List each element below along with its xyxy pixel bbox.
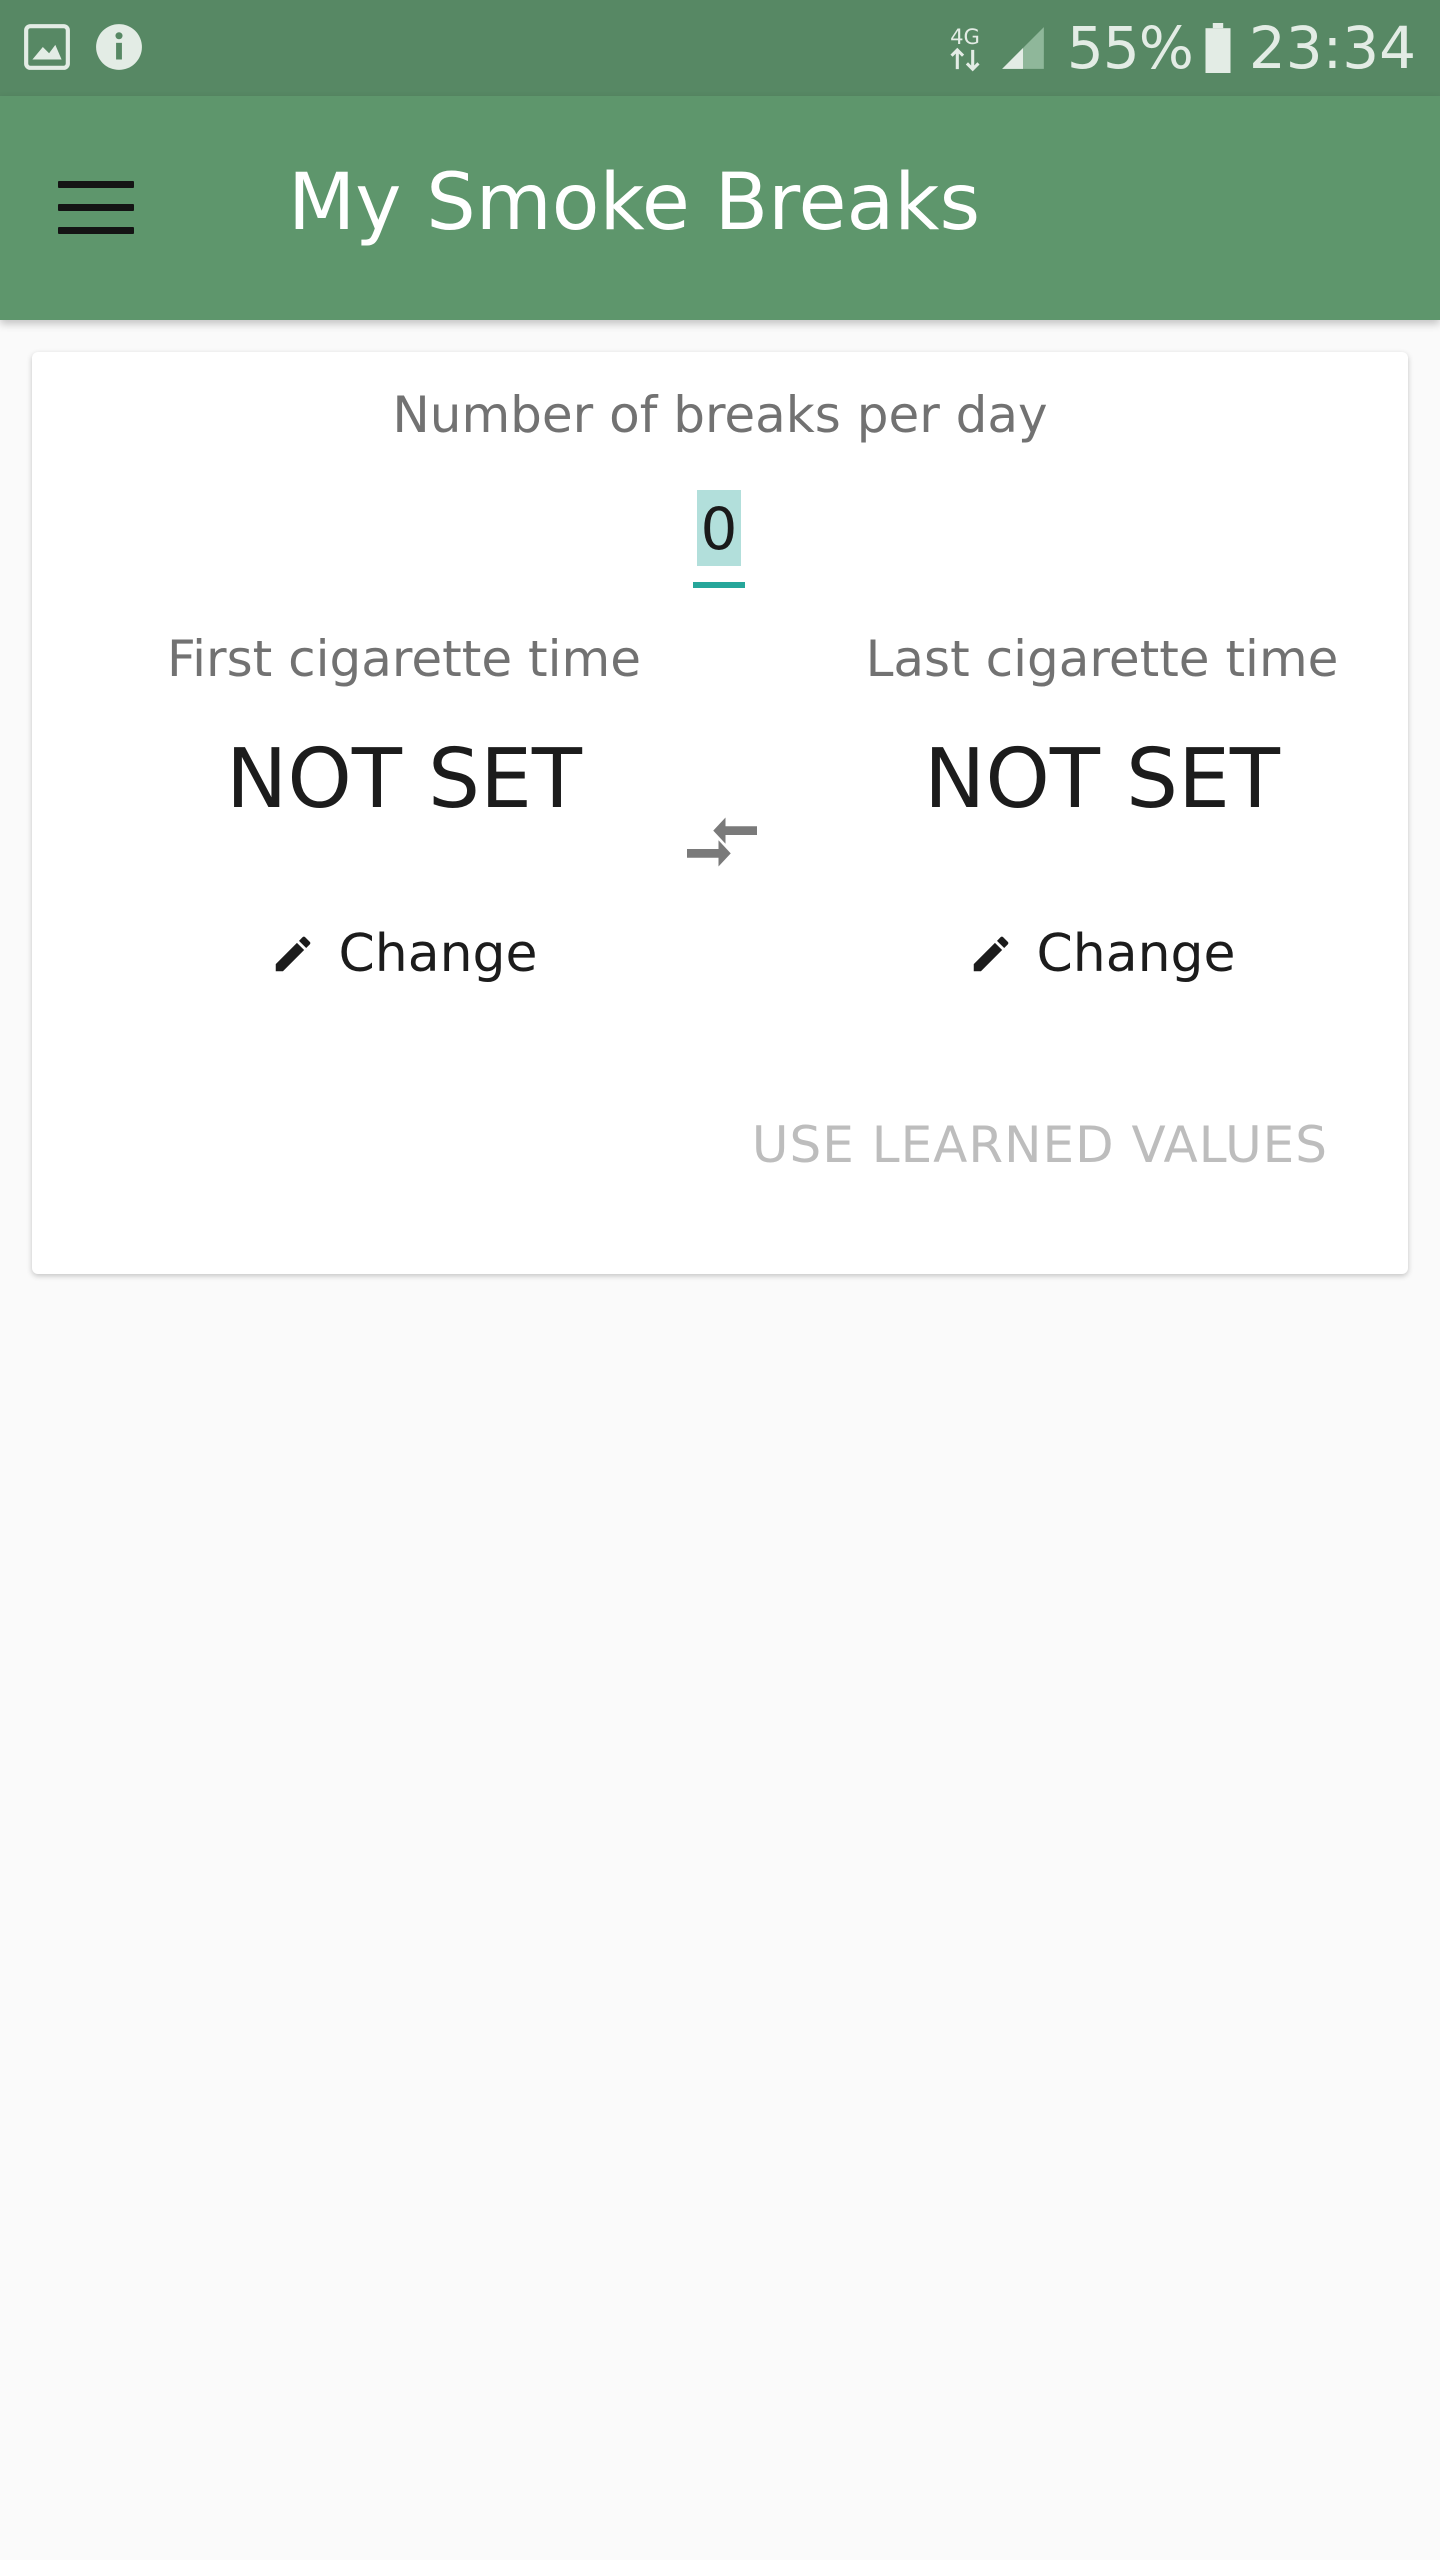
status-bar-notifications (22, 22, 166, 72)
change-first-time-label: Change (338, 924, 538, 984)
network-4g-icon: 4G (950, 24, 980, 72)
status-bar-system: 4G 55% 23:34 (945, 0, 1416, 96)
battery-percentage: 55% (1066, 14, 1194, 82)
change-last-time-label: Change (1036, 924, 1236, 984)
app-title: My Smoke Breaks (288, 158, 981, 248)
last-cigarette-label: Last cigarette time (865, 630, 1339, 688)
edit-icon (974, 936, 1009, 972)
change-first-time-button[interactable]: Change (54, 914, 754, 994)
svg-text:4G: 4G (950, 24, 980, 49)
change-last-time-button[interactable]: Change (752, 914, 1440, 994)
last-cigarette-value: NOT SET (924, 732, 1280, 827)
clock: 23:34 (1248, 14, 1416, 82)
battery-icon (1205, 23, 1231, 73)
breaks-per-day-input[interactable]: 0 (693, 490, 745, 600)
breaks-per-day-value[interactable]: 0 (696, 490, 742, 566)
settings-card: Number of breaks per day 0 First cigaret… (32, 352, 1408, 1274)
info-icon (96, 24, 142, 70)
breaks-per-day-label: Number of breaks per day (392, 386, 1048, 444)
menu-icon[interactable] (58, 181, 134, 237)
edit-icon (276, 936, 311, 972)
app-bar: My Smoke Breaks (0, 96, 1440, 320)
image-icon (24, 24, 70, 70)
use-learned-values-button[interactable]: USE LEARNED VALUES (752, 1116, 1328, 1174)
first-cigarette-value: NOT SET (226, 732, 582, 827)
status-bar: 4G 55% 23:34 (0, 0, 1440, 96)
signal-icon (1002, 27, 1044, 69)
first-cigarette-label: First cigarette time (167, 630, 641, 688)
input-underline (693, 582, 745, 588)
